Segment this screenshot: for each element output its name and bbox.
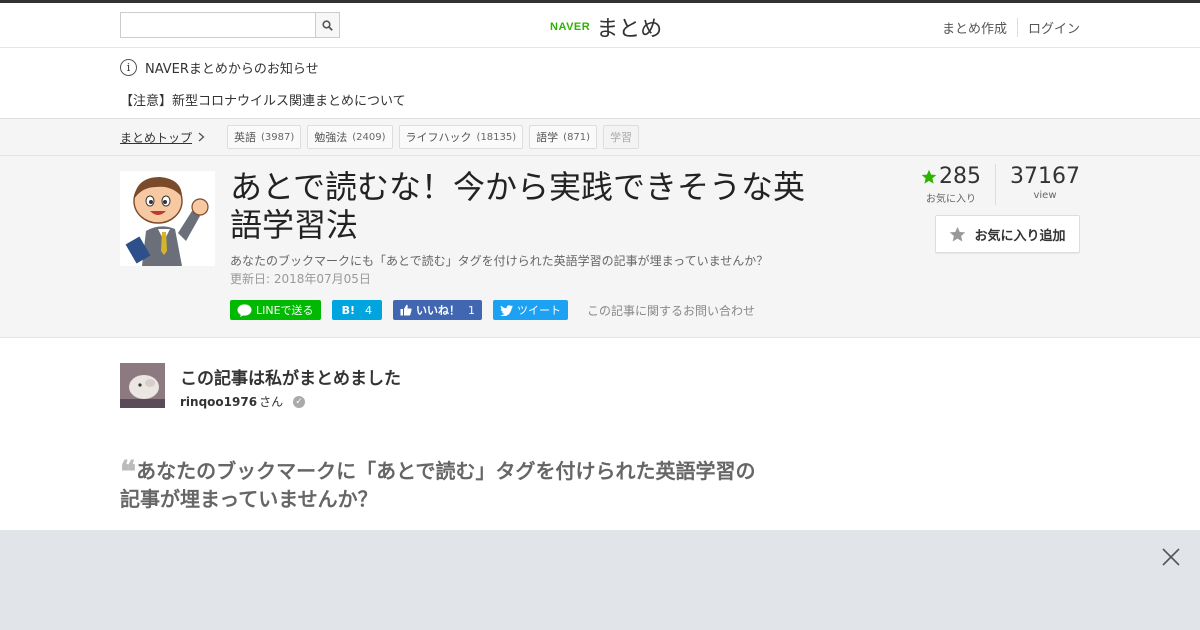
- tag-count: (2409): [352, 131, 386, 143]
- article-description: あなたのブックマークにも「あとで読む」タグを付けられた英語学習の記事が埋まってい…: [230, 254, 769, 268]
- tag-language[interactable]: 語学 (871): [529, 125, 598, 149]
- tweet-button[interactable]: ツイート: [492, 300, 568, 320]
- notice-area: i NAVERまとめからのお知らせ 【注意】新型コロナウイルス関連まとめについて: [0, 48, 1200, 119]
- site-header: NAVER まとめ まとめ作成 ログイン: [0, 3, 1200, 48]
- article-thumbnail: [120, 171, 215, 266]
- tag-label: ライフハック: [405, 131, 472, 144]
- login-link[interactable]: ログイン: [1016, 18, 1080, 37]
- star-outline-icon: [950, 226, 966, 242]
- hatena-count: 4: [364, 303, 372, 317]
- facebook-like-button[interactable]: いいね！ 1: [392, 300, 482, 320]
- author-heading: この記事は私がまとめました: [180, 369, 401, 389]
- line-icon: [237, 303, 252, 317]
- article-title: あとで読むな！今から実践できそうな英語学習法: [230, 168, 806, 244]
- businessman-illustration-icon: [120, 171, 215, 266]
- author-name-link[interactable]: rinqoo1976: [180, 395, 257, 409]
- star-icon: [921, 169, 937, 184]
- chevron-right-icon: [198, 132, 205, 142]
- tag-count: (18135): [476, 131, 517, 143]
- views-stat: 37167 view: [996, 164, 1080, 205]
- create-matome-link[interactable]: まとめ作成: [932, 18, 1017, 37]
- facebook-like-label: いいね！: [415, 304, 460, 317]
- thumbs-up-icon: [400, 304, 412, 316]
- tag-label: 英語: [234, 131, 257, 144]
- article-quote: ❝あなたのブックマークに「あとで読む」タグを付けられた英語学習の記事が埋まってい…: [120, 458, 760, 513]
- article-header-section: まとめトップ 英語 (3987) 勉強法 (2409) ライフハック (1813…: [0, 119, 1200, 338]
- search-input[interactable]: [120, 12, 315, 38]
- notice-link[interactable]: 【注意】新型コロナウイルス関連まとめについて: [120, 90, 1080, 109]
- author-suffix: さん: [259, 395, 284, 409]
- author-name-row: rinqoo1976 さん ✓: [180, 393, 306, 410]
- search-icon: [322, 19, 333, 31]
- quote-text: あなたのブックマークに「あとで読む」タグを付けられた英語学習の記事が埋まっていま…: [120, 459, 756, 511]
- hatena-b-icon: B!: [341, 303, 355, 317]
- add-favorite-label: お気に入り追加: [974, 228, 1066, 244]
- article-head: あとで読むな！今から実践できそうな英語学習法 あなたのブックマークにも「あとで読…: [0, 156, 1200, 337]
- facebook-like-count: 1: [467, 303, 475, 317]
- logo-brand: NAVER: [550, 21, 591, 33]
- tag-study-method[interactable]: 勉強法 (2409): [307, 125, 393, 149]
- site-logo[interactable]: NAVER まとめ: [550, 11, 662, 43]
- breadcrumb-top-link[interactable]: まとめトップ: [120, 129, 205, 146]
- line-share-label: LINEで送る: [256, 304, 314, 317]
- share-buttons: LINEで送る B! 4 いいね！ 1 ツイート この記事に関するお問い合わせ: [230, 300, 755, 320]
- author-photo-icon: [120, 363, 165, 408]
- tag-count: (871): [563, 131, 591, 143]
- tag-learning[interactable]: 学習: [603, 125, 640, 149]
- quote-mark-icon: ❝: [120, 455, 137, 490]
- tag-label: 勉強法: [314, 131, 348, 144]
- avatar[interactable]: [120, 363, 165, 408]
- notice-title: NAVERまとめからのお知らせ: [145, 61, 319, 77]
- tag-label: 学習: [610, 131, 633, 144]
- search-box: [120, 12, 340, 38]
- tweet-label: ツイート: [516, 304, 561, 317]
- add-favorite-button[interactable]: お気に入り追加: [935, 215, 1080, 253]
- bottom-ad-overlay: [0, 530, 1200, 630]
- close-icon[interactable]: [1162, 548, 1180, 566]
- tag-count: (3987): [261, 131, 295, 143]
- verified-check-icon: ✓: [293, 395, 306, 408]
- article-stats: 285 お気に入り 37167 view: [921, 164, 1080, 205]
- logo-name: まとめ: [596, 17, 663, 42]
- header-links: まとめ作成 ログイン: [932, 18, 1080, 37]
- line-share-button[interactable]: LINEで送る: [230, 300, 321, 320]
- author-section: この記事は私がまとめました rinqoo1976 さん ✓: [0, 338, 1200, 438]
- tag-lifehack[interactable]: ライフハック (18135): [398, 125, 524, 149]
- hatena-bookmark-button[interactable]: B! 4: [331, 300, 382, 320]
- views-label: view: [1033, 190, 1057, 201]
- favorites-label: お気に入り: [926, 194, 976, 205]
- breadcrumb: まとめトップ 英語 (3987) 勉強法 (2409) ライフハック (1813…: [0, 119, 1200, 156]
- tag-label: 語学: [536, 131, 559, 144]
- info-icon: i: [120, 58, 137, 76]
- breadcrumb-top-label: まとめトップ: [120, 130, 193, 145]
- contact-link[interactable]: この記事に関するお問い合わせ: [587, 302, 755, 319]
- search-button[interactable]: [315, 12, 340, 38]
- article-updated-date: 更新日: 2018年07月05日: [230, 272, 371, 286]
- twitter-bird-icon: [499, 304, 513, 316]
- views-count: 37167: [1010, 164, 1080, 189]
- favorites-stat: 285 お気に入り: [921, 164, 996, 205]
- tag-english[interactable]: 英語 (3987): [227, 125, 302, 149]
- favorites-count: 285: [939, 164, 981, 189]
